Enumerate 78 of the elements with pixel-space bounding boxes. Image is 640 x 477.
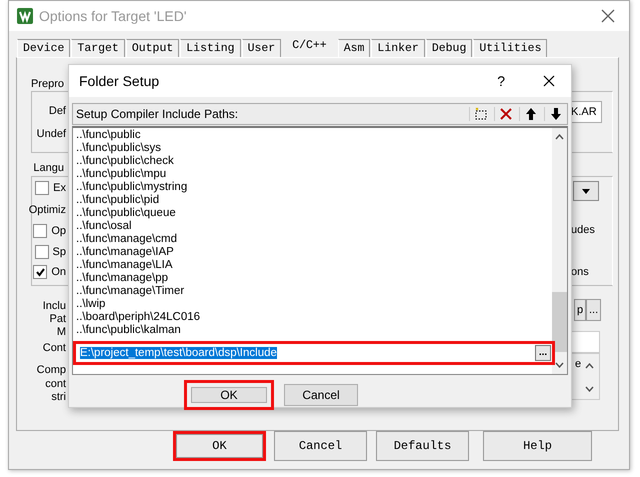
move-up-icon[interactable] bbox=[519, 107, 538, 121]
option-label: ons bbox=[571, 266, 589, 278]
path-item[interactable]: ..\func\public\mpu bbox=[76, 168, 166, 181]
scrollbar-thumb[interactable] bbox=[552, 292, 567, 352]
dialog-button[interactable]: OK bbox=[173, 431, 266, 461]
option-label: Comp bbox=[36, 364, 66, 376]
path-item[interactable]: ..\func\public bbox=[76, 129, 141, 142]
dialog-button[interactable]: Help bbox=[483, 431, 592, 461]
path-field[interactable]: E:\project_temp\test\board\dsp\Include bbox=[77, 345, 535, 361]
option-label: Ex bbox=[53, 182, 66, 194]
group-title: Prepro bbox=[28, 78, 66, 90]
app-icon bbox=[17, 8, 33, 24]
path-item[interactable]: ..\func\public\pid bbox=[76, 194, 160, 207]
option-label: stri bbox=[51, 391, 66, 403]
list-label: Setup Compiler Include Paths: bbox=[76, 107, 240, 121]
option-label: On bbox=[51, 266, 66, 278]
path-item[interactable]: ..\lwip bbox=[76, 298, 106, 311]
option-label: M bbox=[56, 326, 66, 338]
option-label: cont bbox=[45, 378, 66, 390]
delete-icon[interactable] bbox=[494, 107, 513, 121]
option-label: Def bbox=[48, 105, 66, 117]
scroll-down-icon[interactable] bbox=[555, 362, 564, 368]
tab[interactable]: Asm bbox=[338, 39, 370, 57]
dropdown[interactable] bbox=[573, 181, 599, 201]
tab[interactable]: Device bbox=[17, 39, 70, 57]
scrollbar[interactable] bbox=[552, 128, 567, 374]
scroll-up-icon[interactable] bbox=[555, 134, 564, 140]
browse-button[interactable]: ... bbox=[535, 345, 551, 361]
option-label: Undef bbox=[36, 128, 66, 140]
scroll-up-icon[interactable] bbox=[585, 363, 594, 369]
dialog-title: Folder Setup bbox=[79, 73, 160, 89]
dialog-button[interactable]: OK bbox=[184, 380, 274, 410]
option-label: Pat bbox=[49, 313, 66, 325]
path-item[interactable]: ..\func\public\queue bbox=[76, 207, 176, 220]
checkbox[interactable] bbox=[35, 181, 50, 195]
path-item[interactable]: ..\func\public\mystring bbox=[76, 181, 188, 194]
path-item[interactable]: ..\func\manage\IAP bbox=[76, 246, 174, 259]
path-item[interactable]: ..\board\periph\24LC016 bbox=[76, 311, 200, 324]
dialog-button[interactable]: Defaults bbox=[376, 431, 469, 461]
help-button[interactable]: ? bbox=[497, 73, 505, 89]
path-item[interactable]: ..\func\manage\pp bbox=[76, 272, 168, 285]
checkbox[interactable] bbox=[34, 245, 49, 259]
tab[interactable]: User bbox=[242, 39, 282, 57]
panel-button[interactable]: ... bbox=[586, 299, 602, 321]
tab[interactable]: Listing bbox=[180, 39, 241, 57]
option-label: Optimiz bbox=[28, 204, 66, 216]
option-label: Op bbox=[51, 225, 66, 237]
path-item[interactable]: ..\func\manage\cmd bbox=[76, 233, 177, 246]
option-label: Cont bbox=[42, 342, 66, 354]
path-item[interactable]: ..\func\public\check bbox=[76, 155, 174, 168]
checkbox[interactable] bbox=[33, 265, 48, 279]
window-title: Options for Target 'LED' bbox=[39, 8, 188, 24]
dropdown-arrow-icon bbox=[582, 188, 590, 194]
close-icon[interactable] bbox=[543, 75, 555, 87]
checkbox[interactable] bbox=[33, 224, 48, 238]
path-item[interactable]: ..\func\osal bbox=[76, 220, 132, 233]
scroll-down-icon[interactable] bbox=[585, 386, 594, 392]
tab[interactable]: Debug bbox=[426, 39, 472, 57]
dialog-button[interactable]: Cancel bbox=[284, 384, 358, 406]
option-label: udes bbox=[571, 224, 595, 236]
path-item[interactable]: ..\func\manage\Timer bbox=[76, 285, 184, 298]
move-down-icon[interactable] bbox=[544, 107, 563, 121]
option-label: Inclu bbox=[42, 300, 66, 312]
dialog-button[interactable]: Cancel bbox=[274, 431, 367, 461]
tab[interactable]: Utilities bbox=[473, 39, 548, 57]
option-label: Sp bbox=[52, 246, 66, 258]
path-item[interactable]: ..\func\manage\LIA bbox=[76, 259, 173, 272]
path-item[interactable]: ..\func\public\sys bbox=[76, 142, 162, 155]
path-item[interactable]: ..\func\public\kalman bbox=[76, 324, 181, 337]
tab[interactable]: Output bbox=[126, 39, 180, 57]
tab[interactable]: Target bbox=[71, 39, 125, 57]
text-field[interactable] bbox=[571, 331, 600, 353]
tab[interactable]: Linker bbox=[371, 39, 425, 57]
group-title: Langu bbox=[31, 162, 66, 174]
text-field[interactable]: K.AR bbox=[570, 101, 602, 123]
option-label: e bbox=[575, 358, 582, 370]
new-folder-icon[interactable] bbox=[469, 107, 488, 121]
panel-button[interactable]: p bbox=[574, 299, 586, 321]
